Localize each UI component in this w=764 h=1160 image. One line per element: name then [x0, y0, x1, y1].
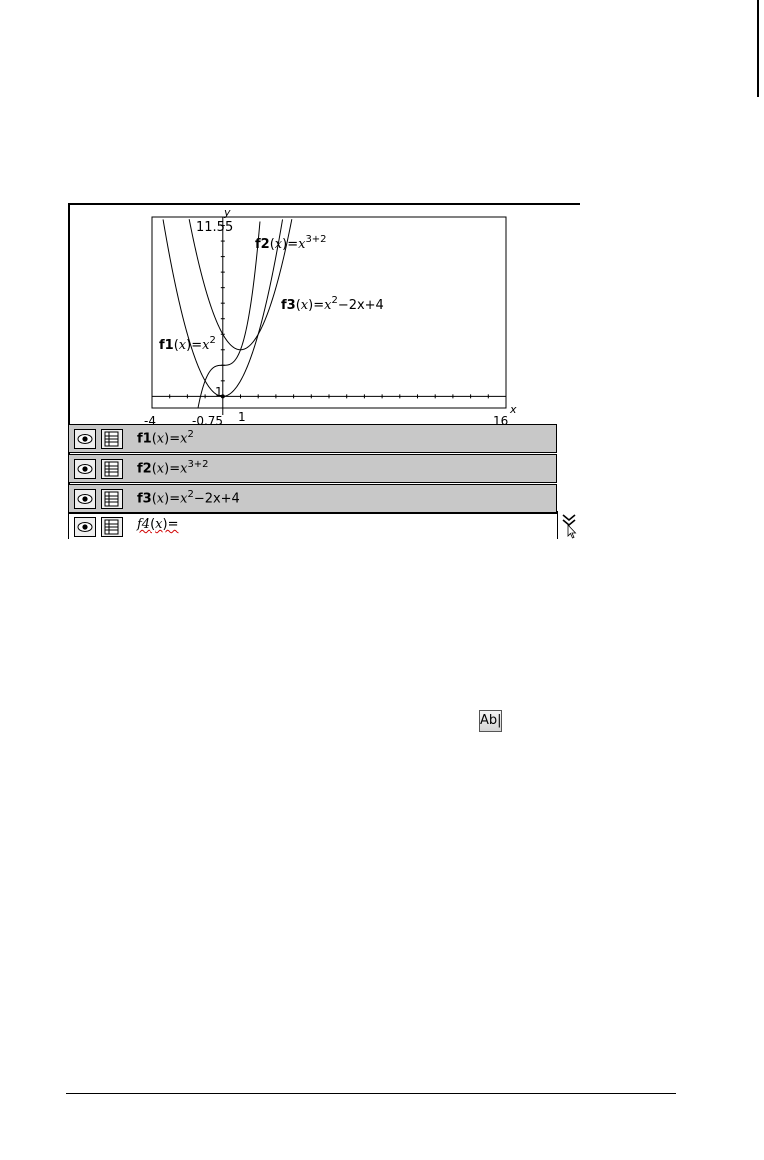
entry-f1-name: f1 — [137, 431, 152, 447]
plot-label-f2[interactable]: f2(x)=x3+2 — [255, 234, 327, 252]
entry-row-f2[interactable]: f2(x)=x3+2 — [68, 454, 557, 483]
table-icon[interactable] — [101, 489, 123, 509]
plot-label-f2-exp: 3+2 — [305, 234, 326, 245]
entry-expression-f3[interactable]: f3(x)=x2−2x+4 — [137, 489, 240, 506]
entry-f3-tail: −2x+4 — [193, 491, 240, 507]
entry-f4-close: )= — [162, 517, 179, 532]
entry-f3-close: )= — [164, 491, 181, 507]
graph-canvas[interactable]: 11.55 1 -4 -0.75 1 16 x y f2(x)=x3+2 f3(… — [70, 205, 580, 427]
collapse-chevron-icon — [562, 514, 577, 539]
page-edge-rule — [757, 0, 759, 97]
y-one-label: 1 — [215, 385, 223, 399]
entry-row-f1[interactable]: f1(x)=x2 — [68, 424, 557, 453]
entry-f4-name: f4 — [137, 517, 151, 532]
plot-label-f3-tail: −2x+4 — [338, 298, 384, 313]
entry-row-f3[interactable]: f3(x)=x2−2x+4 — [68, 484, 557, 513]
plot-f2[interactable] — [197, 221, 261, 409]
eye-icon[interactable] — [74, 429, 96, 449]
entry-f2-name: f2 — [137, 461, 152, 477]
y-axis-name: y — [223, 206, 231, 219]
entry-f1-exp: 2 — [187, 429, 194, 440]
eye-icon[interactable] — [74, 459, 96, 479]
ymax-label: 11.55 — [196, 220, 233, 235]
entry-f4-arg: x — [155, 517, 163, 532]
plot-label-f1-exp: 2 — [209, 335, 215, 346]
entry-input-f4[interactable]: f4(x)= — [137, 517, 178, 532]
plot-label-f1[interactable]: f1(x)=x2 — [159, 335, 216, 353]
entry-row-f4-input[interactable]: f4(x)= — [68, 513, 557, 539]
collapse-entry-line-button[interactable] — [557, 511, 580, 539]
footer-rule — [66, 1093, 676, 1094]
entry-expression-f1[interactable]: f1(x)=x2 — [137, 429, 194, 446]
table-icon[interactable] — [101, 459, 123, 479]
x-one-label: 1 — [238, 410, 246, 424]
entry-f2-exp: 3+2 — [187, 459, 209, 470]
plot-label-f3[interactable]: f3(x)=x2−2x+4 — [281, 295, 384, 313]
entry-f3-name: f3 — [137, 491, 152, 507]
eye-icon[interactable] — [74, 517, 96, 537]
plot-label-f3-name: f3 — [281, 298, 296, 313]
table-icon[interactable] — [101, 429, 123, 449]
plot-label-f2-name: f2 — [255, 237, 270, 252]
text-tool-button[interactable]: Ab| — [479, 710, 502, 732]
entry-expression-f2[interactable]: f2(x)=x3+2 — [137, 459, 209, 476]
table-icon[interactable] — [101, 517, 123, 537]
entry-f1-close: )= — [164, 431, 181, 447]
x-axis-name: x — [509, 403, 517, 416]
plot-label-f1-name: f1 — [159, 338, 174, 353]
eye-icon[interactable] — [74, 489, 96, 509]
entry-f2-close: )= — [164, 461, 181, 477]
x-axis-ticks — [151, 394, 507, 399]
